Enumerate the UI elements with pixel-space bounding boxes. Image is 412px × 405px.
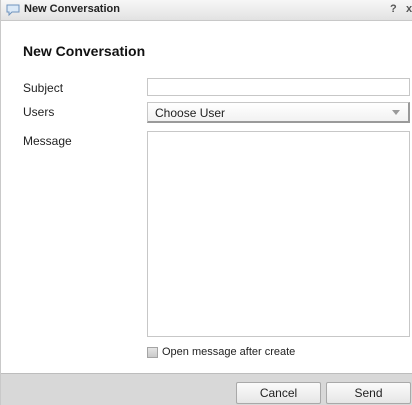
- form-heading: New Conversation: [23, 43, 146, 59]
- dialog-footer: Cancel Send: [1, 373, 412, 405]
- cancel-button[interactable]: Cancel: [236, 382, 321, 404]
- chevron-down-icon[interactable]: [392, 110, 400, 115]
- close-button[interactable]: x: [406, 3, 412, 15]
- message-label: Message: [23, 134, 72, 148]
- speech-bubble-icon: [6, 4, 20, 17]
- subject-input[interactable]: [147, 78, 410, 96]
- send-button[interactable]: Send: [326, 382, 411, 404]
- help-button[interactable]: ?: [390, 3, 397, 15]
- new-conversation-dialog: New Conversation ? x New Conversation Su…: [0, 0, 412, 405]
- subject-label: Subject: [23, 81, 64, 95]
- dialog-titlebar[interactable]: New Conversation ? x: [1, 0, 412, 21]
- users-label: Users: [23, 105, 55, 119]
- dialog-title: New Conversation: [24, 3, 120, 15]
- open-after-create-label[interactable]: Open message after create: [162, 346, 295, 358]
- users-select[interactable]: Choose User: [147, 102, 410, 123]
- open-after-create-checkbox[interactable]: [147, 347, 158, 358]
- users-select-value: Choose User: [155, 106, 226, 120]
- message-textarea[interactable]: [147, 131, 410, 337]
